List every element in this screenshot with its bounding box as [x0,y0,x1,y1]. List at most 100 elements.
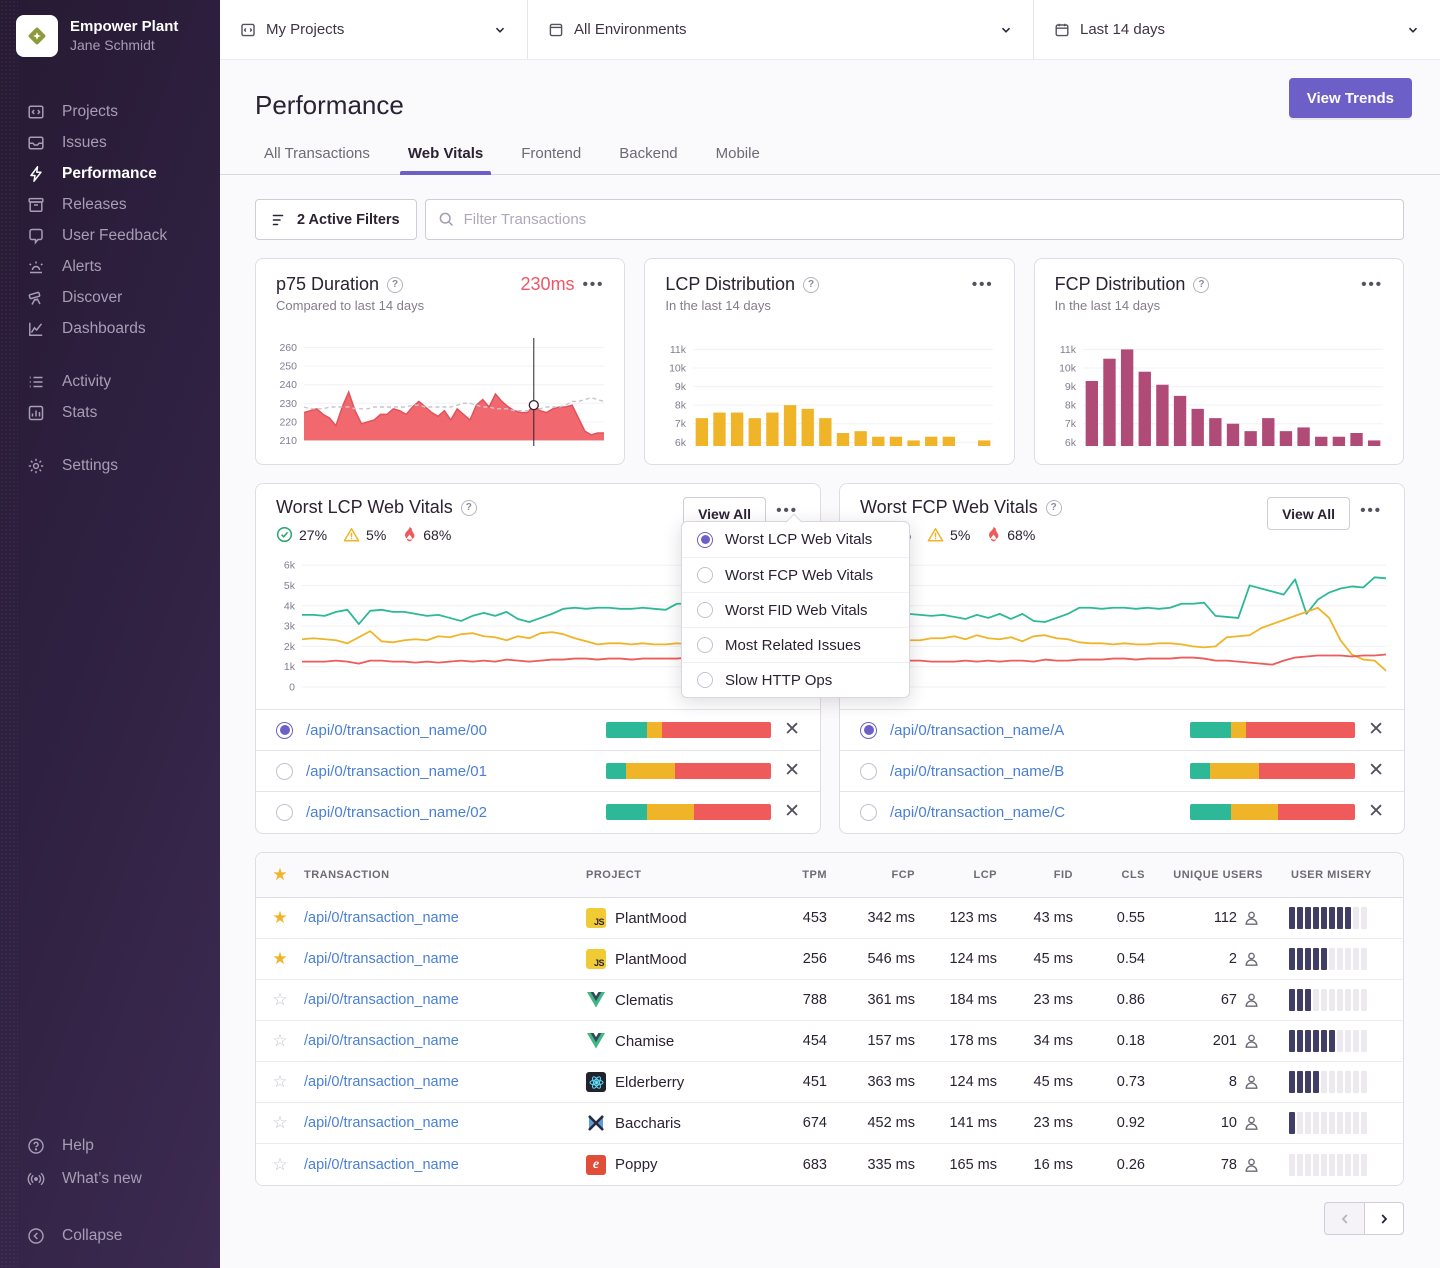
project-selector[interactable]: My Projects [220,0,528,59]
transaction-link[interactable]: /api/0/transaction_name/C [890,804,1065,821]
transaction-link[interactable]: /api/0/transaction_name [304,910,586,926]
sidebar-item-issues[interactable]: Issues [0,127,220,158]
issues-icon [26,133,45,152]
close-icon[interactable]: ✕ [1368,763,1384,779]
p75-duration-chart: 210220230240250260 [270,336,608,454]
transaction-link[interactable]: /api/0/transaction_name [304,1033,586,1049]
sidebar-item-discover[interactable]: Discover [0,282,220,313]
tab-frontend[interactable]: Frontend [519,145,583,174]
fid-value: 45 ms [1019,951,1095,967]
tpm-value: 453 [787,910,849,926]
view-trends-button[interactable]: View Trends [1289,78,1412,118]
menu-item-most-related-issues[interactable]: Most Related Issues [682,627,909,662]
transaction-link[interactable]: /api/0/transaction_name/A [890,722,1064,739]
sidebar-item-stats[interactable]: Stats [0,397,220,428]
transaction-link[interactable]: /api/0/transaction_name/B [890,763,1064,780]
menu-item-worst-fid[interactable]: Worst FID Web Vitals [682,592,909,627]
transaction-link[interactable]: /api/0/transaction_name [304,1157,586,1173]
sidebar-item-whats-new[interactable]: What’s new [0,1162,220,1195]
vital-row-radio[interactable] [276,722,293,739]
card-menu-button[interactable]: ••• [583,280,605,290]
environment-selector[interactable]: All Environments [528,0,1034,59]
sidebar-item-releases[interactable]: Releases [0,189,220,220]
view-all-button[interactable]: View All [1267,497,1350,530]
menu-item-label: Worst FCP Web Vitals [725,567,873,584]
project-cell[interactable]: Elderberry [586,1072,787,1092]
menu-item-slow-http-ops[interactable]: Slow HTTP Ops [682,662,909,697]
star-toggle[interactable]: ★ [256,949,304,969]
star-toggle[interactable]: ☆ [256,990,304,1010]
active-filters-button[interactable]: 2 Active Filters [255,199,417,240]
user-icon [1244,951,1259,967]
card-menu-button[interactable]: ••• [972,280,994,290]
cls-value: 0.86 [1095,992,1167,1008]
star-toggle[interactable]: ☆ [256,1155,304,1175]
sidebar-item-user-feedback[interactable]: User Feedback [0,220,220,251]
vital-row-radio[interactable] [276,763,293,780]
activity-icon [26,372,45,391]
project-cell[interactable]: Baccharis [586,1113,787,1133]
help-icon[interactable]: ? [803,277,819,293]
project-cell[interactable]: Chamise [586,1032,787,1050]
tab-all-transactions[interactable]: All Transactions [262,145,372,174]
sidebar-item-dashboards[interactable]: Dashboards [0,313,220,344]
help-icon[interactable]: ? [461,500,477,516]
cls-value: 0.54 [1095,951,1167,967]
help-icon[interactable]: ? [1046,500,1062,516]
vital-row-radio[interactable] [276,804,293,821]
card-title: p75 Duration [276,274,379,295]
sidebar-item-projects[interactable]: Projects [0,96,220,127]
vital-row: /api/0/transaction_name/C ✕ [840,791,1404,832]
project-cell[interactable]: Clematis [586,991,787,1009]
sidebar-item-settings[interactable]: Settings [0,450,220,481]
tab-backend[interactable]: Backend [617,145,679,174]
star-toggle[interactable]: ☆ [256,1031,304,1051]
transaction-link[interactable]: /api/0/transaction_name [304,1115,586,1131]
chevron-down-icon [1406,23,1420,37]
card-menu-button[interactable]: ••• [1361,280,1383,290]
sidebar-item-help[interactable]: Help [0,1129,220,1162]
transaction-link[interactable]: /api/0/transaction_name/02 [306,804,487,821]
star-toggle[interactable]: ☆ [256,1113,304,1133]
transaction-link[interactable]: /api/0/transaction_name/00 [306,722,487,739]
p75-value: 230ms [521,274,575,295]
sidebar-item-alerts[interactable]: Alerts [0,251,220,282]
sidebar-item-activity[interactable]: Activity [0,366,220,397]
transaction-link[interactable]: /api/0/transaction_name [304,1074,586,1090]
help-icon[interactable]: ? [387,277,403,293]
previous-page-button[interactable] [1324,1202,1364,1235]
project-cell[interactable]: ePoppy [586,1155,787,1175]
card-menu-button[interactable]: ••• [1360,506,1382,516]
vital-row-radio[interactable] [860,804,877,821]
transaction-link[interactable]: /api/0/transaction_name/01 [306,763,487,780]
star-toggle[interactable]: ☆ [256,1072,304,1092]
tab-web-vitals[interactable]: Web Vitals [406,145,485,174]
svg-text:7k: 7k [675,418,687,430]
date-range-selector[interactable]: Last 14 days [1034,0,1440,59]
help-icon[interactable]: ? [1193,277,1209,293]
date-range-label: Last 14 days [1080,21,1165,38]
close-icon[interactable]: ✕ [784,804,800,820]
vital-row-radio[interactable] [860,722,877,739]
project-cell[interactable]: JSPlantMood [586,908,787,928]
transaction-link[interactable]: /api/0/transaction_name [304,951,586,967]
sidebar-collapse-button[interactable]: Collapse [0,1219,220,1252]
org-switcher[interactable]: Empower Plant Jane Schmidt [0,0,220,72]
close-icon[interactable]: ✕ [1368,722,1384,738]
close-icon[interactable]: ✕ [784,722,800,738]
menu-item-worst-fcp[interactable]: Worst FCP Web Vitals [682,557,909,592]
close-icon[interactable]: ✕ [1368,804,1384,820]
transaction-link[interactable]: /api/0/transaction_name [304,992,586,1008]
next-page-button[interactable] [1364,1202,1404,1235]
close-icon[interactable]: ✕ [784,763,800,779]
svg-text:210: 210 [279,435,297,447]
tpm-value: 683 [787,1157,849,1173]
sidebar-item-performance[interactable]: Performance [0,158,220,189]
unique-users-value: 112 [1167,910,1285,926]
project-cell[interactable]: JSPlantMood [586,949,787,969]
search-input[interactable] [425,199,1404,240]
tab-mobile[interactable]: Mobile [714,145,762,174]
menu-item-worst-lcp[interactable]: Worst LCP Web Vitals [682,522,909,557]
vital-row-radio[interactable] [860,763,877,780]
star-toggle[interactable]: ★ [256,908,304,928]
